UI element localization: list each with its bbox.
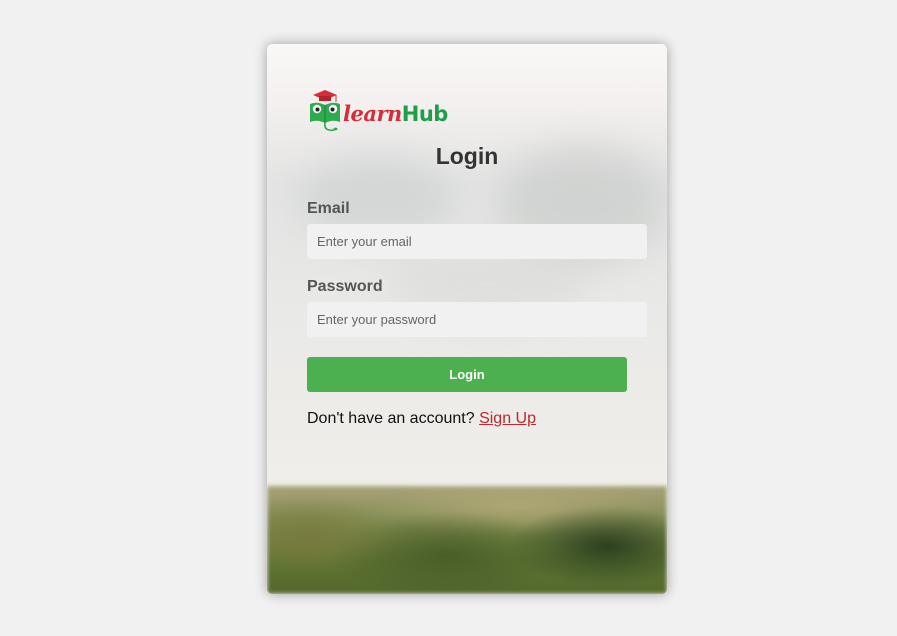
email-field[interactable] — [307, 224, 647, 259]
email-label: Email — [307, 200, 350, 217]
brand-name: learnHub — [343, 101, 448, 126]
signup-prompt-text: Don't have an account? — [307, 410, 475, 427]
password-field[interactable] — [307, 302, 647, 337]
learnhub-logo: learnHub — [307, 88, 448, 134]
background-landscape — [267, 486, 667, 594]
owl-book-icon — [310, 90, 340, 132]
brand-name-part2: Hub — [401, 101, 449, 126]
password-label: Password — [307, 278, 383, 295]
page-title: Login — [435, 143, 499, 169]
login-button[interactable]: Login — [307, 357, 627, 392]
signup-prompt: Don't have an account? Sign Up — [307, 410, 536, 428]
signup-link[interactable]: Sign Up — [479, 410, 536, 427]
login-card: learnHub Login Email Password Login Don'… — [267, 44, 667, 594]
brand-name-part1: learn — [343, 100, 402, 126]
